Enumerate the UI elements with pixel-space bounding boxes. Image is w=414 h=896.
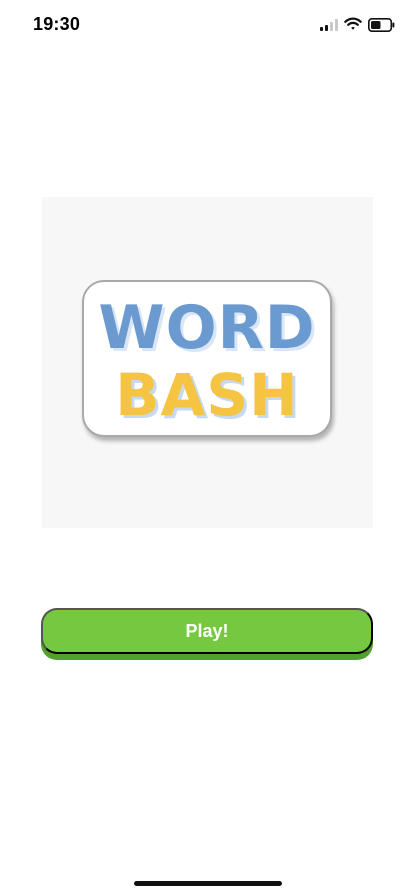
logo-word-bottom: BASH: [115, 361, 299, 429]
logo-word-top: WORD: [98, 293, 316, 363]
home-indicator: [134, 881, 282, 886]
word-bash-logo: WORD BASH: [82, 280, 332, 437]
logo-panel: WORD BASH: [42, 197, 373, 528]
play-button[interactable]: Play!: [41, 608, 373, 654]
battery-icon: [368, 18, 395, 32]
cellular-signal-icon: [320, 19, 338, 31]
status-time: 19:30: [33, 14, 81, 34]
wifi-icon: [344, 17, 362, 30]
status-bar: 19:30: [0, 0, 414, 50]
